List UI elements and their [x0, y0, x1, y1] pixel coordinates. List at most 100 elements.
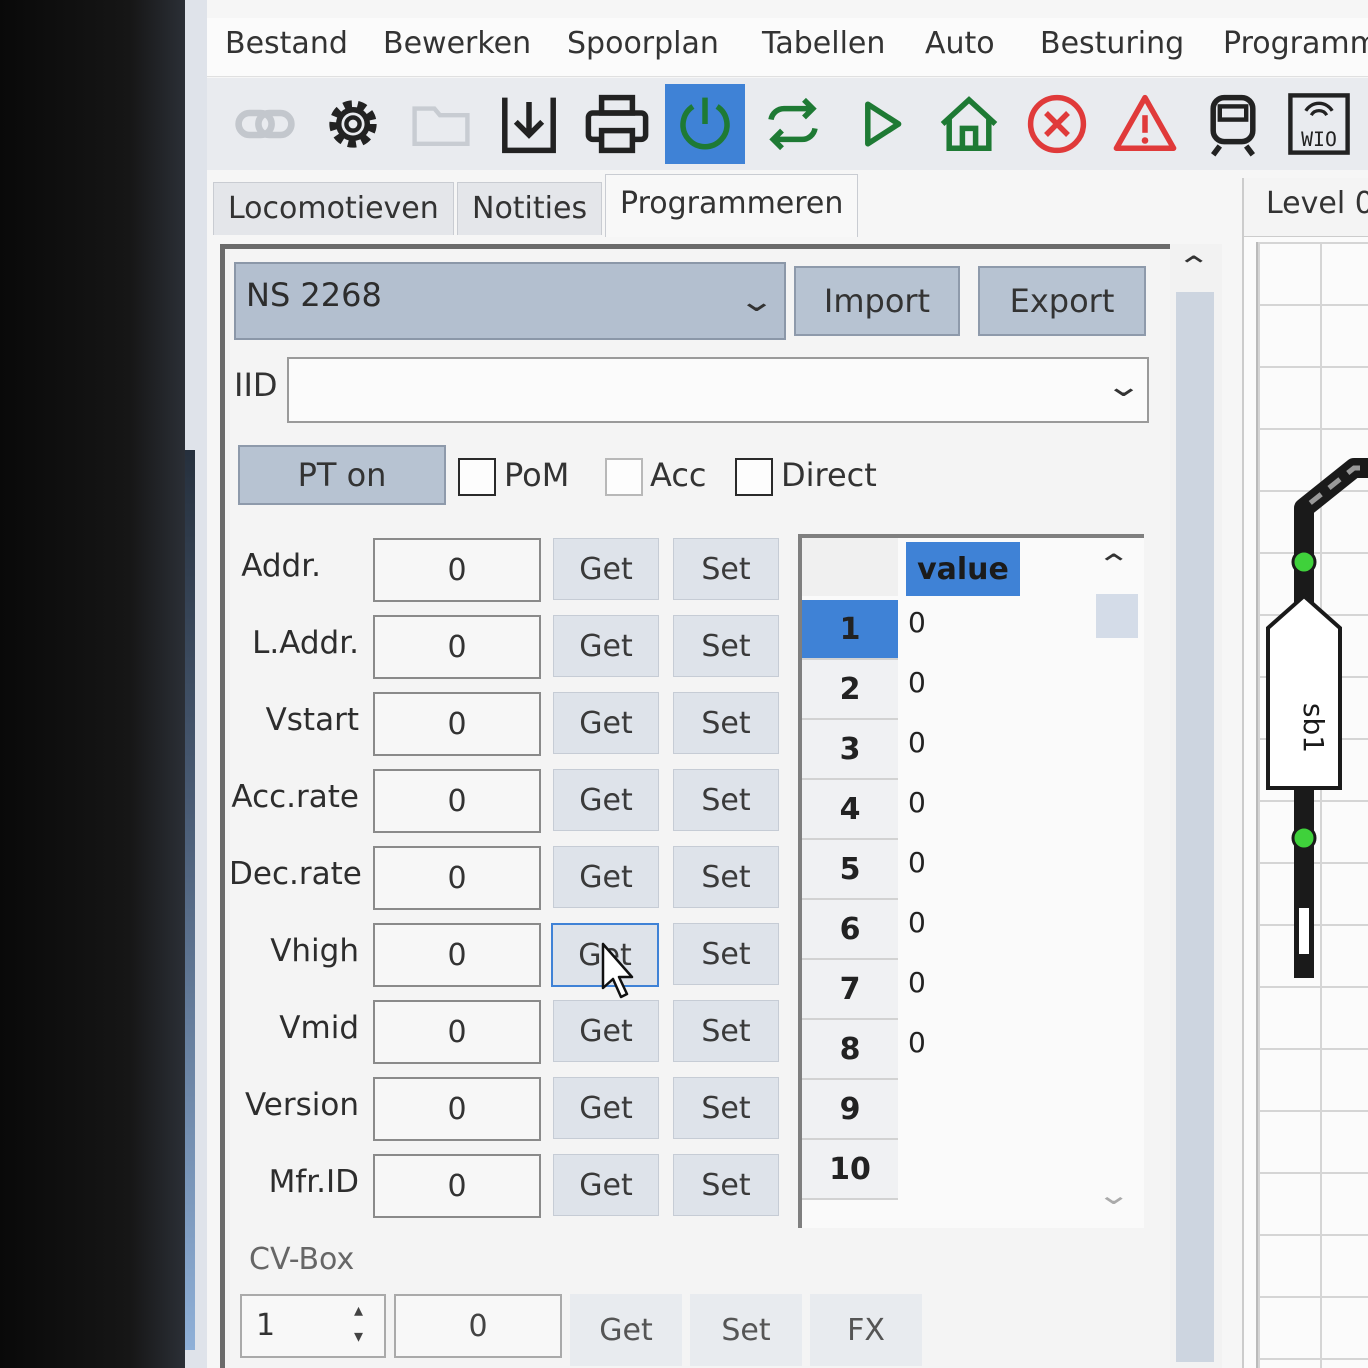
vmid-set-button[interactable]: Set [673, 1000, 779, 1062]
cv-row-number[interactable]: 1 [802, 600, 898, 660]
vstart-get-button[interactable]: Get [553, 692, 659, 754]
cv-row-number[interactable]: 4 [802, 780, 898, 840]
home-button[interactable] [929, 84, 1009, 164]
print-button[interactable] [577, 84, 657, 164]
accrate-value[interactable]: 0 [373, 769, 541, 833]
vstart-set-button[interactable]: Set [673, 692, 779, 754]
mfrid-value[interactable]: 0 [373, 1154, 541, 1218]
cv-row-value[interactable]: 0 [908, 966, 926, 999]
chevron-down-icon[interactable]: ⌄ [1096, 1178, 1131, 1211]
decrate-value[interactable]: 0 [373, 846, 541, 910]
refresh-icon [768, 97, 818, 151]
stop-button[interactable] [1017, 84, 1097, 164]
menu-spoorplan[interactable]: Spoorplan [567, 26, 719, 61]
track-diagram: sb1 [1266, 458, 1368, 978]
cv-row-number[interactable]: 6 [802, 900, 898, 960]
save-button[interactable] [489, 84, 569, 164]
menu-besturing[interactable]: Besturing [1040, 26, 1184, 61]
vhigh-value[interactable]: 0 [373, 923, 541, 987]
cv-row-number[interactable]: 2 [802, 660, 898, 720]
panel-scrollbar[interactable]: ⌃ [1170, 244, 1222, 1368]
vstart-value[interactable]: 0 [373, 692, 541, 756]
block-sb1[interactable] [1266, 593, 1342, 790]
open-button[interactable] [401, 84, 481, 164]
cv-row-value[interactable]: 0 [908, 906, 926, 939]
laddr-value[interactable]: 0 [373, 615, 541, 679]
acc-checkbox[interactable] [605, 458, 643, 496]
row-label-version: Version [245, 1087, 359, 1123]
decrate-get-button[interactable]: Get [553, 846, 659, 908]
throttle-button[interactable] [1193, 84, 1273, 164]
vmid-get-button[interactable]: Get [553, 1000, 659, 1062]
menu-bestand[interactable]: Bestand [225, 26, 348, 61]
stepper-arrows-icon[interactable]: ▴ ▾ [354, 1298, 363, 1350]
addr-get-button[interactable]: Get [553, 538, 659, 600]
cv-row-value[interactable]: 0 [908, 846, 926, 879]
direct-checkbox[interactable] [735, 458, 773, 496]
decrate-set-button[interactable]: Set [673, 846, 779, 908]
cv-box-set-button[interactable]: Set [690, 1294, 802, 1366]
addr-set-button[interactable]: Set [673, 538, 779, 600]
cv-number-stepper[interactable]: 1 ▴ ▾ [240, 1294, 386, 1358]
accrate-get-button[interactable]: Get [553, 769, 659, 831]
cv-box-get-button[interactable]: Get [570, 1294, 682, 1366]
cv-box-fx-button[interactable]: FX [810, 1294, 922, 1366]
laddr-set-button[interactable]: Set [673, 615, 779, 677]
cv-table-value-header[interactable]: value [906, 542, 1020, 596]
accrate-set-button[interactable]: Set [673, 769, 779, 831]
laddr-get-button[interactable]: Get [553, 615, 659, 677]
play-button[interactable] [841, 84, 921, 164]
vhigh-set-button[interactable]: Set [673, 923, 779, 985]
version-value[interactable]: 0 [373, 1077, 541, 1141]
cv-table-scroll-thumb[interactable] [1096, 594, 1138, 638]
cv-row-value[interactable]: 0 [908, 606, 926, 639]
cv-row-number[interactable]: 7 [802, 960, 898, 1020]
cv-row-value[interactable]: 0 [908, 726, 926, 759]
cv-row-number[interactable]: 10 [802, 1140, 898, 1200]
version-get-button[interactable]: Get [553, 1077, 659, 1139]
menu-auto[interactable]: Auto [925, 26, 995, 61]
loco-select[interactable]: NS 2268 ⌄ [234, 262, 786, 340]
tab-programmeren[interactable]: Programmeren [605, 174, 859, 237]
cv-row-number[interactable]: 5 [802, 840, 898, 900]
export-button[interactable]: Export [978, 266, 1146, 336]
wio-button[interactable]: WIO [1279, 84, 1359, 164]
mfrid-get-button[interactable]: Get [553, 1154, 659, 1216]
pt-on-button[interactable]: PT on [238, 445, 446, 505]
cv-row-value[interactable]: 0 [908, 786, 926, 819]
menu-tabellen[interactable]: Tabellen [762, 26, 885, 61]
cv-box-value[interactable]: 0 [394, 1294, 562, 1358]
cv-row-number[interactable]: 8 [802, 1020, 898, 1080]
play-icon [865, 101, 902, 147]
cv-row-number[interactable]: 9 [802, 1080, 898, 1140]
addr-value[interactable]: 0 [373, 538, 541, 602]
tab-notities[interactable]: Notities [457, 182, 603, 235]
refresh-button[interactable] [753, 84, 833, 164]
power-button[interactable] [665, 84, 745, 164]
tab-locomotieven[interactable]: Locomotieven [213, 182, 454, 235]
folder-icon [412, 106, 470, 146]
chevron-up-icon[interactable]: ⌃ [1096, 548, 1131, 581]
signal-green-icon[interactable] [1291, 825, 1317, 851]
chevron-up-icon[interactable]: ⌃ [1176, 250, 1211, 283]
panel-scroll-thumb[interactable] [1176, 292, 1214, 1362]
mfrid-set-button[interactable]: Set [673, 1154, 779, 1216]
pom-checkbox[interactable] [458, 458, 496, 496]
link-button[interactable] [225, 84, 305, 164]
level-tab[interactable]: Level 0 [1244, 178, 1368, 237]
cv-row-value[interactable]: 0 [908, 1026, 926, 1059]
settings-button[interactable] [313, 84, 393, 164]
iid-select[interactable]: ⌄ [287, 357, 1149, 423]
menu-bewerken[interactable]: Bewerken [383, 26, 531, 61]
cv-row-value[interactable]: 0 [908, 666, 926, 699]
row-label-vhigh: Vhigh [270, 933, 359, 969]
vmid-value[interactable]: 0 [373, 1000, 541, 1064]
cv-table[interactable]: value ⌃ 1 0 2 0 3 0 4 0 5 0 6 0 7 0 8 0 … [798, 534, 1144, 1228]
menu-programmeren[interactable]: Programm [1223, 26, 1368, 61]
version-set-button[interactable]: Set [673, 1077, 779, 1139]
import-button[interactable]: Import [794, 266, 960, 336]
track-plan-pane: Level 0 sb1 [1242, 178, 1368, 1368]
cv-row-number[interactable]: 3 [802, 720, 898, 780]
emergency-button[interactable] [1105, 84, 1185, 164]
signal-green-icon[interactable] [1291, 549, 1317, 575]
